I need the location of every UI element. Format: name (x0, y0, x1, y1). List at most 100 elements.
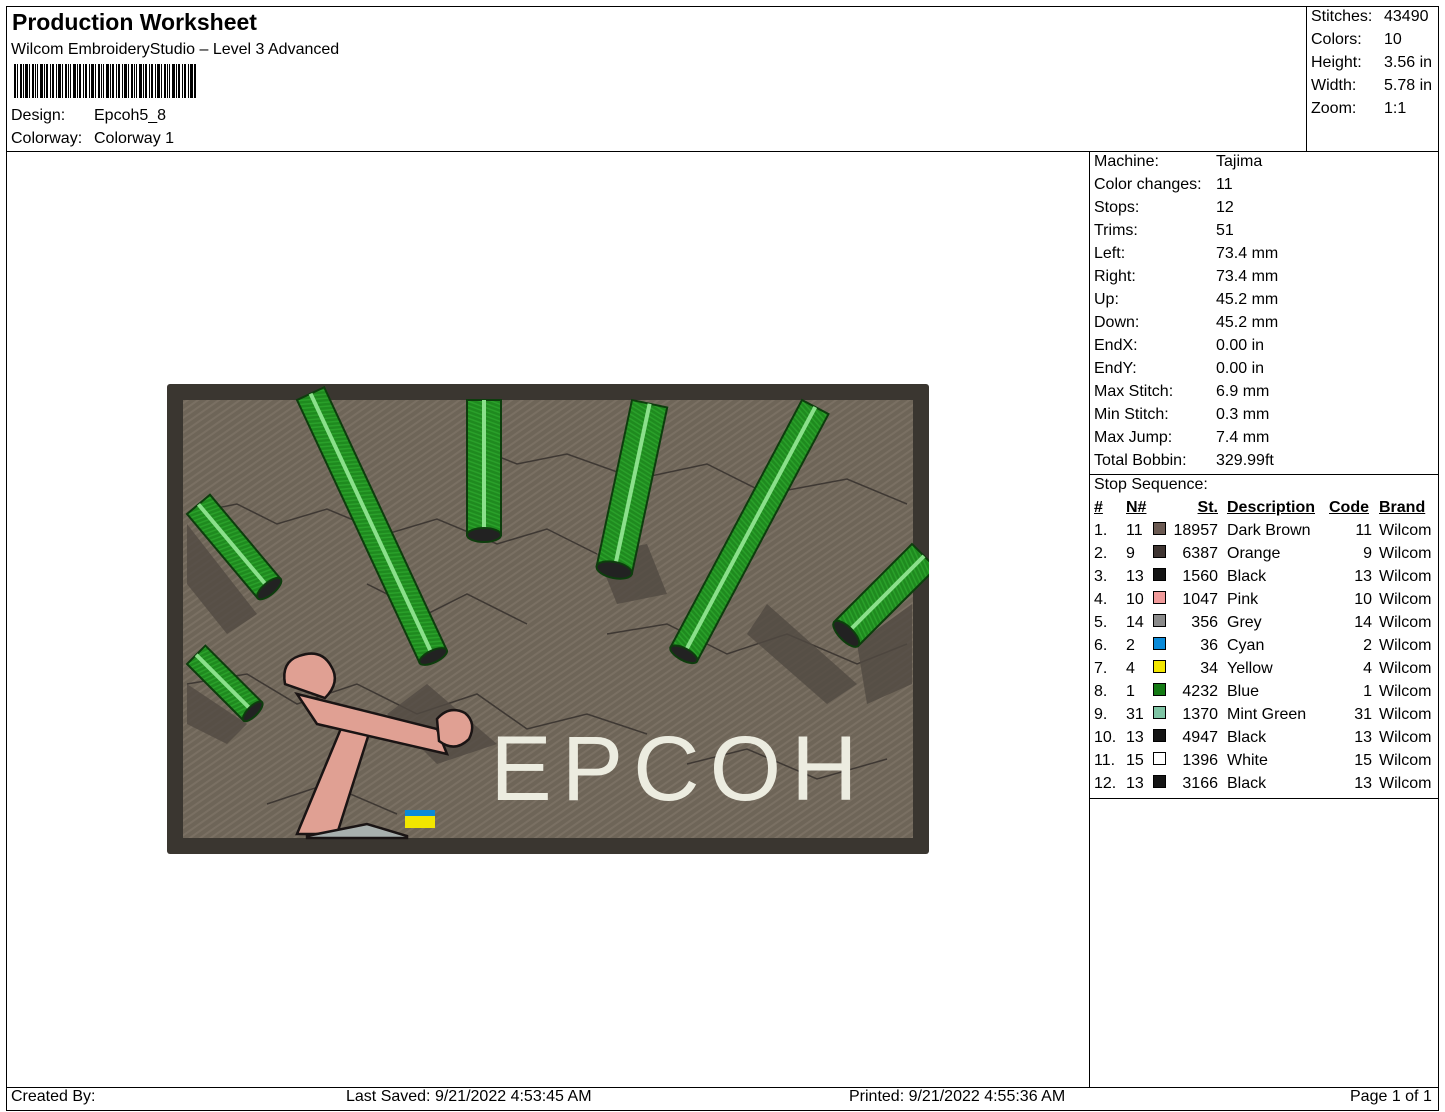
seq-needle: 9 (1126, 545, 1135, 562)
seq-needle: 11 (1126, 522, 1143, 539)
footer-frame (6, 1087, 1439, 1111)
seq-needle: 31 (1126, 706, 1144, 723)
colorway-label: Colorway: (11, 130, 83, 147)
seq-description: Black (1227, 729, 1267, 746)
seq-brand: Wilcom (1379, 591, 1432, 608)
created-by: Created By: (11, 1088, 96, 1105)
seq-code: 1 (1363, 683, 1372, 700)
page-number: Page 1 of 1 (1350, 1088, 1432, 1105)
design-value: Epcoh5_8 (94, 107, 167, 124)
seq-brand: Wilcom (1379, 752, 1432, 769)
header-code: Code (1329, 499, 1369, 516)
stop-sequence-row: 11. 15 1396 White 15 Wilcom (1090, 752, 1438, 775)
seq-brand: Wilcom (1379, 775, 1432, 792)
stop-sequence-row: 2. 9 6387 Orange 9 Wilcom (1090, 545, 1438, 568)
info-value: 51 (1216, 222, 1234, 239)
summary-label: Zoom: (1311, 100, 1357, 117)
stop-sequence-row: 8. 1 4232 Blue 1 Wilcom (1090, 683, 1438, 706)
info-label: Min Stitch: (1094, 406, 1169, 423)
info-label: Machine: (1094, 153, 1159, 170)
seq-num: 4. (1094, 591, 1108, 608)
embroidery-preview: EPCOH (167, 384, 929, 854)
color-swatch (1153, 614, 1166, 627)
color-swatch (1153, 775, 1166, 788)
info-value: 6.9 mm (1216, 383, 1270, 400)
seq-description: White (1227, 752, 1268, 769)
stop-sequence-row: 10. 13 4947 Black 13 Wilcom (1090, 729, 1438, 752)
seq-code: 14 (1354, 614, 1372, 631)
seq-description: Grey (1227, 614, 1262, 631)
stop-sequence-row: 1. 11 18957 Dark Brown 11 Wilcom (1090, 522, 1438, 545)
colorway-value: Colorway 1 (94, 130, 175, 147)
summary-label: Height: (1311, 54, 1362, 71)
stop-sequence-row: 3. 13 1560 Black 13 Wilcom (1090, 568, 1438, 591)
info-label: Max Stitch: (1094, 383, 1174, 400)
header-stitches: St. (1197, 499, 1218, 516)
seq-code: 31 (1354, 706, 1372, 723)
header-brand: Brand (1379, 499, 1426, 516)
seq-stitches: 3166 (1182, 775, 1218, 792)
header-num: # (1094, 499, 1103, 516)
seq-brand: Wilcom (1379, 637, 1432, 654)
seq-brand: Wilcom (1379, 683, 1432, 700)
stop-sequence-row: 6. 2 36 Cyan 2 Wilcom (1090, 637, 1438, 660)
seq-brand: Wilcom (1379, 660, 1432, 677)
last-saved: Last Saved: 9/21/2022 4:53:45 AM (346, 1088, 592, 1105)
seq-needle: 14 (1126, 614, 1144, 631)
summary-label: Stitches: (1311, 8, 1373, 25)
seq-stitches: 1560 (1182, 568, 1218, 585)
summary-value: 1:1 (1384, 100, 1407, 117)
color-swatch (1153, 706, 1166, 719)
seq-needle: 2 (1126, 637, 1135, 654)
info-label: Max Jump: (1094, 429, 1173, 446)
stop-sequence-row: 5. 14 356 Grey 14 Wilcom (1090, 614, 1438, 637)
seq-stitches: 1396 (1182, 752, 1218, 769)
seq-num: 2. (1094, 545, 1108, 562)
seq-num: 6. (1094, 637, 1108, 654)
seq-num: 1. (1094, 522, 1108, 539)
seq-stitches: 34 (1200, 660, 1218, 677)
seq-num: 9. (1094, 706, 1108, 723)
seq-stitches: 1370 (1182, 706, 1218, 723)
tube-icon (466, 399, 502, 543)
info-value: 73.4 mm (1216, 245, 1279, 262)
seq-code: 4 (1363, 660, 1372, 677)
info-value: 45.2 mm (1216, 291, 1279, 308)
seq-brand: Wilcom (1379, 522, 1432, 539)
seq-brand: Wilcom (1379, 706, 1432, 723)
seq-num: 8. (1094, 683, 1108, 700)
summary-value: 5.78 in (1384, 77, 1433, 94)
stop-sequence-divider (1089, 474, 1439, 475)
info-value: 45.2 mm (1216, 314, 1279, 331)
seq-code: 15 (1354, 752, 1372, 769)
info-value: 7.4 mm (1216, 429, 1270, 446)
seq-description: Black (1227, 775, 1267, 792)
seq-stitches: 18957 (1173, 522, 1219, 539)
seq-code: 13 (1354, 775, 1372, 792)
seq-code: 10 (1354, 591, 1372, 608)
stop-sequence-row: 7. 4 34 Yellow 4 Wilcom (1090, 660, 1438, 683)
summary-label: Colors: (1311, 31, 1362, 48)
seq-num: 7. (1094, 660, 1108, 677)
header-needle: N# (1126, 499, 1147, 516)
info-label: Up: (1094, 291, 1119, 308)
summary-value: 43490 (1384, 8, 1429, 25)
seq-description: Black (1227, 568, 1267, 585)
seq-description: Blue (1227, 683, 1260, 700)
seq-needle: 13 (1126, 568, 1144, 585)
summary-value: 10 (1384, 31, 1402, 48)
stop-sequence-row: 12. 13 3166 Black 13 Wilcom (1090, 775, 1438, 798)
info-label: Stops: (1094, 199, 1140, 216)
seq-code: 13 (1354, 568, 1372, 585)
seq-description: Pink (1227, 591, 1259, 608)
seq-stitches: 4947 (1182, 729, 1218, 746)
seq-code: 11 (1355, 522, 1372, 539)
seq-stitches: 1047 (1182, 591, 1218, 608)
color-swatch (1153, 591, 1166, 604)
seq-needle: 13 (1126, 775, 1144, 792)
info-label: Down: (1094, 314, 1140, 331)
seq-brand: Wilcom (1379, 545, 1432, 562)
seq-stitches: 4232 (1182, 683, 1218, 700)
color-swatch (1153, 752, 1166, 765)
seq-needle: 15 (1126, 752, 1144, 769)
